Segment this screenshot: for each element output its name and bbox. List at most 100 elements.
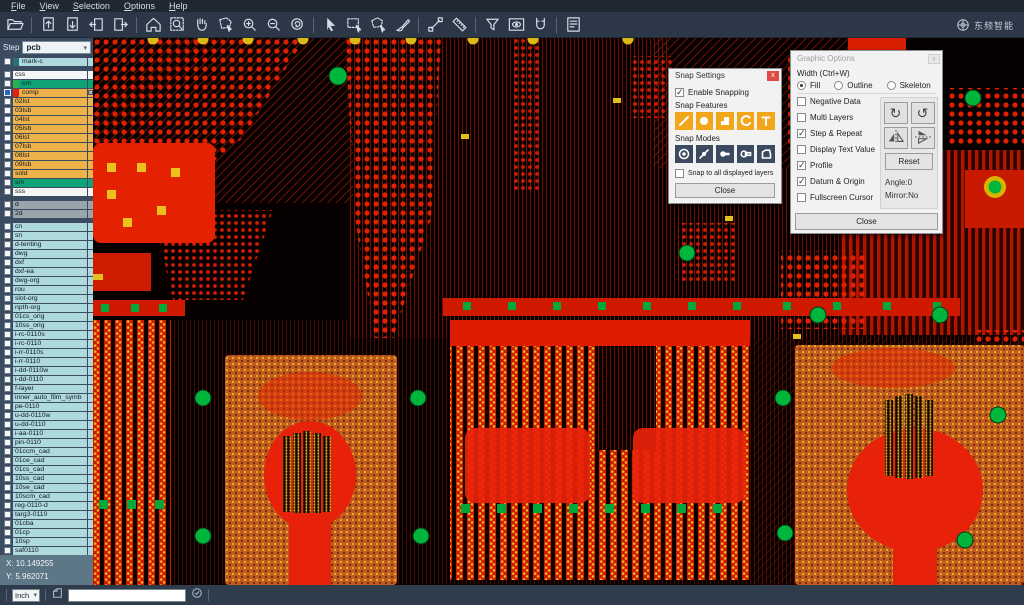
layer-visibility-checkbox[interactable] bbox=[4, 385, 11, 392]
layer-row[interactable]: sm bbox=[1, 178, 93, 187]
layer-row[interactable]: u-dd-0110w bbox=[1, 411, 93, 420]
layer-row[interactable]: 01cs_cad bbox=[1, 465, 93, 474]
menu-options[interactable]: Options bbox=[117, 0, 162, 12]
layer-row[interactable]: 10ss_cad bbox=[1, 474, 93, 483]
layer-visibility-checkbox[interactable] bbox=[4, 538, 11, 545]
menu-selection[interactable]: Selection bbox=[66, 0, 117, 12]
option-multi-layers[interactable]: Multi Layers bbox=[797, 113, 880, 122]
layer-visibility-checkbox[interactable] bbox=[4, 58, 11, 65]
layer-row[interactable]: i-aa-0110 bbox=[1, 429, 93, 438]
layer-row[interactable]: 07lsb bbox=[1, 142, 93, 151]
layer-visibility-checkbox[interactable] bbox=[4, 241, 11, 248]
select-arrow-button[interactable] bbox=[318, 14, 342, 36]
snap-all-layers-option[interactable]: Snap to all displayed layers bbox=[675, 169, 775, 178]
step-select[interactable]: pcb ▾ bbox=[22, 41, 91, 54]
layer-visibility-checkbox[interactable] bbox=[4, 430, 11, 437]
layer-row[interactable]: 01cp bbox=[1, 528, 93, 537]
layer-row[interactable]: pin-0110 bbox=[1, 438, 93, 447]
layer-row[interactable]: 05lsb bbox=[1, 124, 93, 133]
rotate-cw-button[interactable]: ↻ bbox=[884, 102, 908, 124]
layer-row[interactable]: sold bbox=[1, 169, 93, 178]
snap-text-button[interactable] bbox=[757, 112, 775, 130]
zoom-polygon-button[interactable] bbox=[213, 14, 237, 36]
layer-row[interactable]: dxf-ea bbox=[1, 267, 93, 276]
option-display-text-value[interactable]: Display Text Value bbox=[797, 145, 880, 154]
layer-visibility-checkbox[interactable] bbox=[4, 340, 11, 347]
layer-visibility-checkbox[interactable] bbox=[4, 98, 11, 105]
snap-all-layers-checkbox[interactable] bbox=[675, 169, 684, 178]
layer-row[interactable]: u-dd-0110 bbox=[1, 420, 93, 429]
layer-visibility-checkbox[interactable] bbox=[4, 331, 11, 338]
layer-visibility-checkbox[interactable] bbox=[4, 358, 11, 365]
layer-row[interactable]: cm bbox=[1, 79, 93, 88]
enable-snapping-option[interactable]: Enable Snapping bbox=[675, 88, 775, 97]
layer-row[interactable]: 01cs_orig bbox=[1, 312, 93, 321]
layer-visibility-checkbox[interactable] bbox=[4, 259, 11, 266]
snap-center-button[interactable] bbox=[675, 145, 693, 163]
measure-line-button[interactable] bbox=[423, 14, 447, 36]
enable-snapping-checkbox[interactable] bbox=[675, 88, 684, 97]
close-icon[interactable]: x bbox=[928, 54, 940, 64]
option-negative-data[interactable]: Negative Data bbox=[797, 97, 880, 106]
layer-row[interactable]: 08lst bbox=[1, 151, 93, 160]
layer-visibility-checkbox[interactable] bbox=[4, 502, 11, 509]
layer-row[interactable]: cn bbox=[1, 222, 93, 231]
layer-visibility-checkbox[interactable] bbox=[4, 511, 11, 518]
layer-row[interactable]: 04lst bbox=[1, 115, 93, 124]
zoom-in-button[interactable] bbox=[237, 14, 261, 36]
layer-row[interactable]: i-rr-0110s bbox=[1, 348, 93, 357]
layer-row[interactable]: 02lst bbox=[1, 97, 93, 106]
pan-hand-button[interactable] bbox=[189, 14, 213, 36]
select-rectangle-button[interactable] bbox=[342, 14, 366, 36]
layer-visibility-checkbox[interactable] bbox=[4, 286, 11, 293]
layer-row[interactable]: 2d bbox=[1, 209, 93, 218]
command-input[interactable] bbox=[68, 589, 186, 602]
layer-visibility-checkbox[interactable] bbox=[4, 484, 11, 491]
layer-visibility-checkbox[interactable] bbox=[4, 295, 11, 302]
layer-row[interactable]: 06lst bbox=[1, 133, 93, 142]
layer-row[interactable]: dwg-org bbox=[1, 276, 93, 285]
layer-row[interactable]: 10se_cad bbox=[1, 483, 93, 492]
layer-row[interactable]: d bbox=[1, 200, 93, 209]
layer-visibility-checkbox[interactable] bbox=[4, 367, 11, 374]
layer-visibility-checkbox[interactable] bbox=[4, 210, 11, 217]
layer-row[interactable]: i-dd-0110w bbox=[1, 366, 93, 375]
layer-visibility-checkbox[interactable] bbox=[4, 80, 11, 87]
snap-line-button[interactable] bbox=[675, 112, 693, 130]
layer-visibility-checkbox[interactable] bbox=[4, 322, 11, 329]
layer-row[interactable]: saf0110 bbox=[1, 546, 93, 555]
layer-row[interactable]: 01ce_cad bbox=[1, 456, 93, 465]
option-step-repeat[interactable]: Step & Repeat bbox=[797, 129, 880, 138]
layer-visibility-checkbox[interactable] bbox=[4, 268, 11, 275]
layer-visibility-checkbox[interactable] bbox=[4, 547, 11, 554]
layer-visibility-checkbox[interactable] bbox=[4, 161, 11, 168]
snap-profile-button[interactable] bbox=[757, 145, 775, 163]
unit-select[interactable]: Inch ▾ bbox=[12, 589, 40, 602]
snap-pad-button[interactable] bbox=[696, 112, 714, 130]
layer-visibility-checkbox[interactable] bbox=[4, 179, 11, 186]
notes-panel-button[interactable] bbox=[561, 14, 585, 36]
layer-visibility-checkbox[interactable] bbox=[4, 125, 11, 132]
layer-row[interactable]: 10ss_orig bbox=[1, 321, 93, 330]
layer-visibility-checkbox[interactable] bbox=[4, 143, 11, 150]
close-icon[interactable]: x bbox=[767, 71, 779, 81]
snap-magnet-button[interactable] bbox=[528, 14, 552, 36]
layer-row[interactable]: targ3-0110 bbox=[1, 510, 93, 519]
layer-visibility-checkbox[interactable] bbox=[4, 349, 11, 356]
layer-row[interactable]: 09lsb bbox=[1, 160, 93, 169]
zoom-out-button[interactable] bbox=[261, 14, 285, 36]
layer-visibility-checkbox[interactable] bbox=[4, 412, 11, 419]
layer-row[interactable]: 01ccm_cad bbox=[1, 447, 93, 456]
layer-visibility-checkbox[interactable] bbox=[4, 152, 11, 159]
snap-pad-outline-button[interactable] bbox=[737, 145, 755, 163]
flip-vertical-button[interactable] bbox=[911, 127, 935, 149]
layer-visibility-checkbox[interactable] bbox=[4, 403, 11, 410]
layer-row[interactable]: 01cba bbox=[1, 519, 93, 528]
layer-row[interactable]: 10scm_cad bbox=[1, 492, 93, 501]
layer-visibility-checkbox[interactable] bbox=[4, 313, 11, 320]
option-datum-origin[interactable]: Datum & Origin bbox=[797, 177, 880, 186]
layer-row[interactable]: 03lsb bbox=[1, 106, 93, 115]
layer-row[interactable]: sss bbox=[1, 187, 93, 196]
next-step-button[interactable] bbox=[108, 14, 132, 36]
option-profile[interactable]: Profile bbox=[797, 161, 880, 170]
